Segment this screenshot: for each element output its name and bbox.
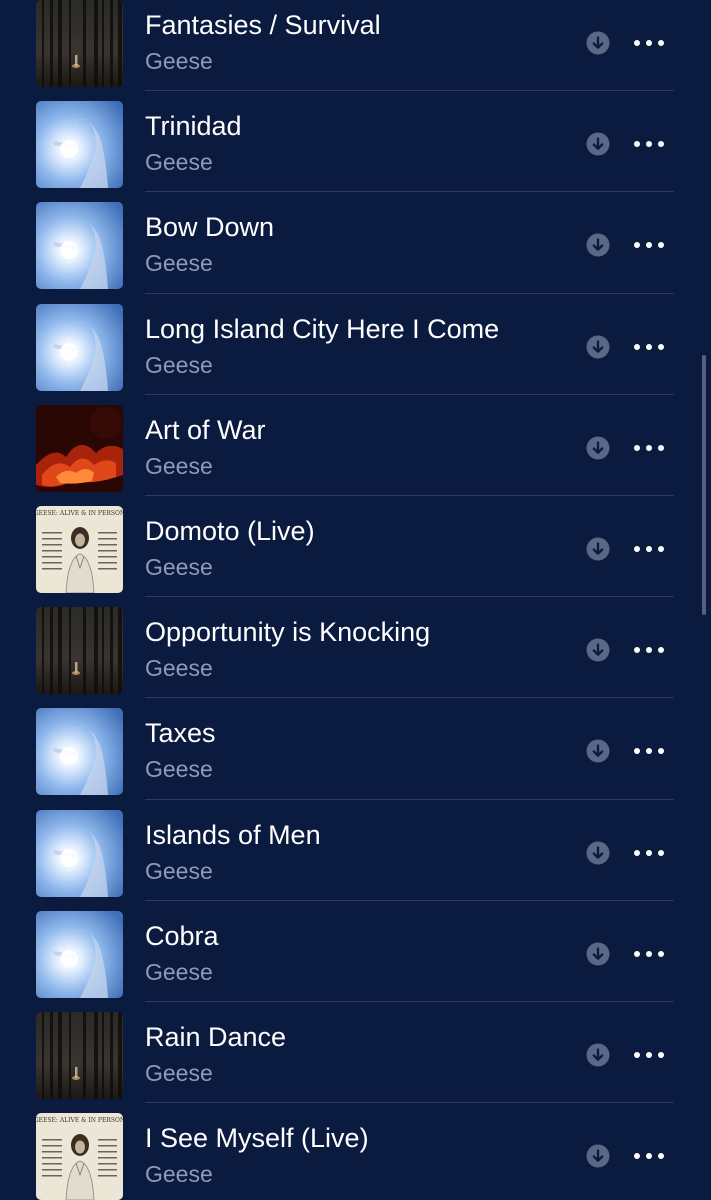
more-options-icon[interactable] [630, 840, 668, 866]
song-row[interactable]: Taxes Geese [0, 698, 711, 800]
song-artist: Geese [145, 250, 213, 277]
song-artist: Geese [145, 351, 213, 378]
album-artwork [36, 303, 123, 391]
album-artwork [36, 202, 123, 290]
album-artwork [36, 1011, 123, 1099]
album-artwork [36, 708, 123, 796]
artwork-caption: GEESE: ALIVE & IN PERSON [36, 510, 123, 517]
more-options-icon[interactable] [630, 334, 668, 360]
download-icon[interactable] [586, 335, 610, 359]
more-options-icon[interactable] [630, 232, 668, 258]
download-icon[interactable] [586, 638, 610, 662]
more-options-icon[interactable] [630, 738, 668, 764]
more-options-icon[interactable] [630, 637, 668, 663]
song-row[interactable]: GEESE: ALIVE & IN PERSON I See Myself (L… [0, 1103, 711, 1200]
song-artist: Geese [145, 958, 213, 985]
download-icon[interactable] [586, 942, 610, 966]
song-row[interactable]: Rain Dance Geese [0, 1002, 711, 1104]
more-options-icon[interactable] [630, 30, 668, 56]
scrollbar[interactable] [702, 355, 706, 615]
song-row[interactable]: Art of War Geese [0, 395, 711, 496]
download-icon[interactable] [586, 436, 610, 460]
download-icon[interactable] [586, 841, 610, 865]
song-row[interactable]: Opportunity is Knocking Geese [0, 597, 711, 699]
song-row[interactable]: Bow Down Geese [0, 192, 711, 294]
song-title: Cobra [145, 920, 219, 951]
download-icon[interactable] [586, 233, 610, 257]
song-row[interactable]: Trinidad Geese [0, 91, 711, 193]
album-artwork [36, 809, 123, 897]
song-list-screen: Fantasies / Survival Geese Trinidad Gees… [0, 0, 711, 1200]
song-row[interactable]: Islands of Men Geese [0, 800, 711, 901]
more-options-icon[interactable] [630, 1143, 668, 1169]
song-title: Bow Down [145, 212, 275, 243]
song-title: Fantasies / Survival [145, 10, 381, 40]
song-row[interactable]: GEESE: ALIVE & IN PERSON Domoto (Live) G… [0, 496, 711, 598]
more-options-icon[interactable] [630, 941, 668, 967]
album-artwork [36, 101, 123, 189]
song-title: Rain Dance [145, 1021, 287, 1052]
album-artwork [36, 910, 123, 998]
artwork-caption: GEESE: ALIVE & IN PERSON [36, 1117, 123, 1124]
song-artist: Geese [145, 857, 213, 884]
album-artwork [36, 607, 123, 695]
download-icon[interactable] [586, 739, 610, 763]
album-artwork: GEESE: ALIVE & IN PERSON [36, 1113, 123, 1200]
song-artist: Geese [145, 756, 213, 783]
song-row[interactable]: Fantasies / Survival Geese [0, 0, 711, 92]
song-row[interactable]: Long Island City Here I Come Geese [0, 294, 711, 395]
album-artwork: GEESE: ALIVE & IN PERSON [36, 505, 123, 593]
song-title: Domoto (Live) [145, 515, 315, 546]
download-icon[interactable] [586, 1043, 610, 1067]
song-title: Opportunity is Knocking [145, 617, 431, 648]
song-title: Islands of Men [145, 819, 321, 850]
song-artist: Geese [145, 452, 213, 479]
more-options-icon[interactable] [630, 536, 668, 562]
song-artist: Geese [145, 553, 213, 580]
song-artist: Geese [145, 48, 213, 74]
album-artwork [36, 0, 123, 87]
song-title: Long Island City Here I Come [145, 313, 500, 344]
download-icon[interactable] [586, 31, 610, 55]
song-title: Art of War [145, 414, 266, 445]
song-artist: Geese [145, 149, 213, 176]
more-options-icon[interactable] [630, 1042, 668, 1068]
download-icon[interactable] [586, 132, 610, 156]
more-options-icon[interactable] [630, 131, 668, 157]
song-list: Fantasies / Survival Geese Trinidad Gees… [0, 0, 711, 1200]
album-artwork [36, 404, 123, 492]
more-options-icon[interactable] [630, 435, 668, 461]
song-artist: Geese [145, 1161, 213, 1188]
download-icon[interactable] [586, 1144, 610, 1168]
song-row[interactable]: Cobra Geese [0, 901, 711, 1002]
song-title: Taxes [145, 718, 216, 749]
song-artist: Geese [145, 655, 213, 682]
download-icon[interactable] [586, 537, 610, 561]
song-title: Trinidad [145, 111, 242, 142]
song-artist: Geese [145, 1059, 213, 1086]
song-title: I See Myself (Live) [145, 1123, 369, 1154]
